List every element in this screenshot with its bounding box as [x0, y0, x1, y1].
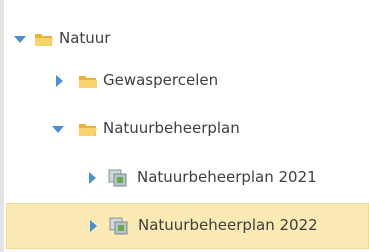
tree-node-label: Natuurbeheerplan 2022	[138, 216, 318, 234]
expand-toggle-icon[interactable]	[52, 123, 64, 135]
tree-node-label: Natuurbeheerplan	[103, 119, 240, 137]
expand-toggle-icon[interactable]	[14, 33, 26, 45]
expand-toggle-icon[interactable]	[86, 172, 98, 184]
tree-node-label: Natuur	[59, 29, 111, 47]
folder-open-icon	[34, 30, 54, 48]
folder-open-icon	[78, 120, 98, 138]
tree-node-natuurbeheerplan[interactable]: Natuurbeheerplan	[6, 106, 366, 152]
layer-tree: Natuur Gewaspercelen Natuurbeheerplan Na…	[0, 0, 369, 252]
tree-node-label: Gewaspercelen	[103, 71, 219, 89]
expand-toggle-icon[interactable]	[87, 220, 99, 232]
tree-node-label: Natuurbeheerplan 2021	[137, 168, 317, 186]
layer-group-icon	[109, 216, 129, 235]
tree-left-border	[0, 0, 4, 252]
folder-icon	[78, 72, 98, 90]
tree-node-natuurbeheerplan-2021[interactable]: Natuurbeheerplan 2021	[6, 155, 366, 201]
tree-node-natuurbeheerplan-2022[interactable]: Natuurbeheerplan 2022	[6, 203, 369, 249]
layer-group-icon	[108, 168, 128, 187]
expand-toggle-icon[interactable]	[53, 75, 65, 87]
tree-node-natuur[interactable]: Natuur	[6, 16, 366, 62]
tree-node-gewaspercelen[interactable]: Gewaspercelen	[6, 58, 366, 104]
